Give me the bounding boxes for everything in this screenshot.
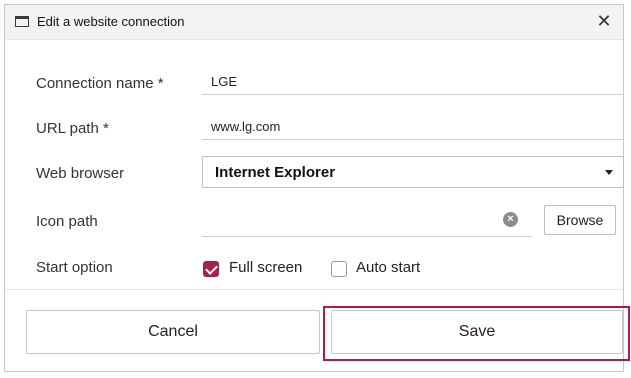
web-browser-label: Web browser [36,165,125,182]
cancel-button[interactable]: Cancel [26,310,320,354]
dialog-title: Edit a website connection [37,14,185,29]
full-screen-label[interactable]: Full screen [229,259,302,276]
icon-path-label: Icon path [36,213,98,230]
clear-icon[interactable]: × [503,212,518,227]
footer-divider [5,289,623,290]
url-path-input[interactable]: www.lg.com [202,114,624,140]
close-button[interactable]: ✕ [593,9,615,33]
auto-start-checkbox[interactable] [331,261,347,277]
connection-name-label: Connection name * [36,75,164,92]
url-path-label: URL path * [36,120,109,137]
auto-start-label[interactable]: Auto start [356,259,420,276]
save-button[interactable]: Save [331,310,623,354]
start-option-label: Start option [36,259,113,276]
chevron-down-icon [605,170,613,175]
browse-button[interactable]: Browse [544,205,616,235]
edit-website-connection-dialog: Edit a website connection ✕ Connection n… [4,4,630,372]
dialog-titlebar: Edit a website connection ✕ [5,5,623,40]
connection-name-input[interactable]: LGE [202,69,624,95]
full-screen-checkbox[interactable] [203,261,219,277]
web-browser-selected-value: Internet Explorer [215,164,336,181]
window-icon [15,16,29,27]
icon-path-input[interactable] [202,205,532,237]
web-browser-select[interactable]: Internet Explorer [202,156,624,188]
